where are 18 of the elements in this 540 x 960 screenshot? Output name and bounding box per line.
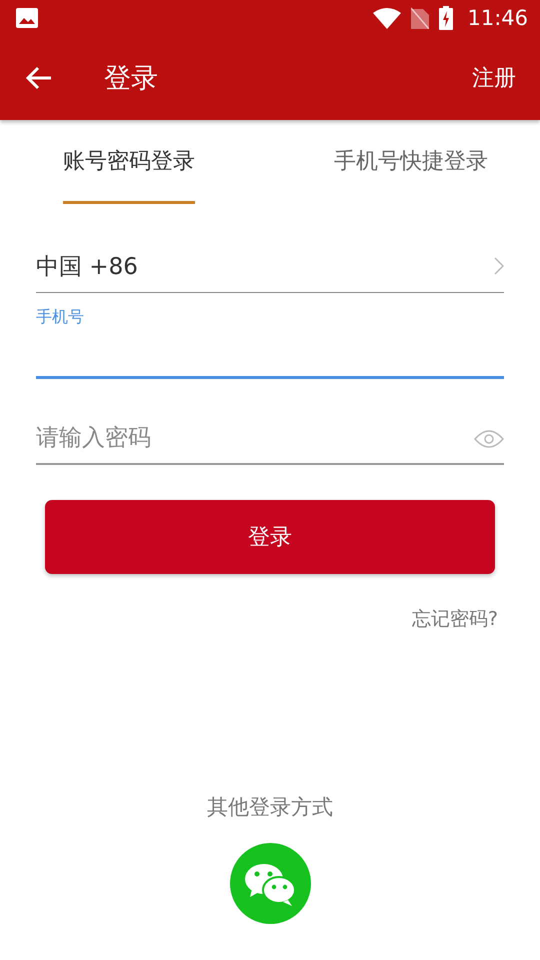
eye-icon[interactable] bbox=[474, 429, 504, 449]
image-icon bbox=[16, 8, 38, 28]
other-login-title: 其他登录方式 bbox=[207, 794, 333, 821]
login-button[interactable]: 登录 bbox=[45, 500, 495, 574]
register-button[interactable]: 注册 bbox=[472, 63, 516, 93]
battery-charging-icon bbox=[439, 6, 454, 30]
status-time: 11:46 bbox=[467, 6, 528, 30]
page-title: 登录 bbox=[104, 62, 159, 96]
wifi-icon bbox=[373, 7, 402, 29]
login-tab[interactable]: 账号密码登录 bbox=[63, 120, 195, 204]
country-selector[interactable]: 中国 +86 bbox=[36, 240, 504, 293]
no-sim-icon bbox=[411, 7, 430, 29]
phone-field[interactable]: 手机号 bbox=[36, 307, 504, 379]
back-arrow-icon[interactable] bbox=[26, 66, 52, 90]
forgot-password-link[interactable]: 忘记密码? bbox=[412, 606, 498, 632]
chevron-right-icon bbox=[494, 257, 504, 275]
chat-bubbles-icon bbox=[244, 862, 296, 906]
login-tab[interactable]: 手机号快捷登录 bbox=[334, 120, 488, 204]
